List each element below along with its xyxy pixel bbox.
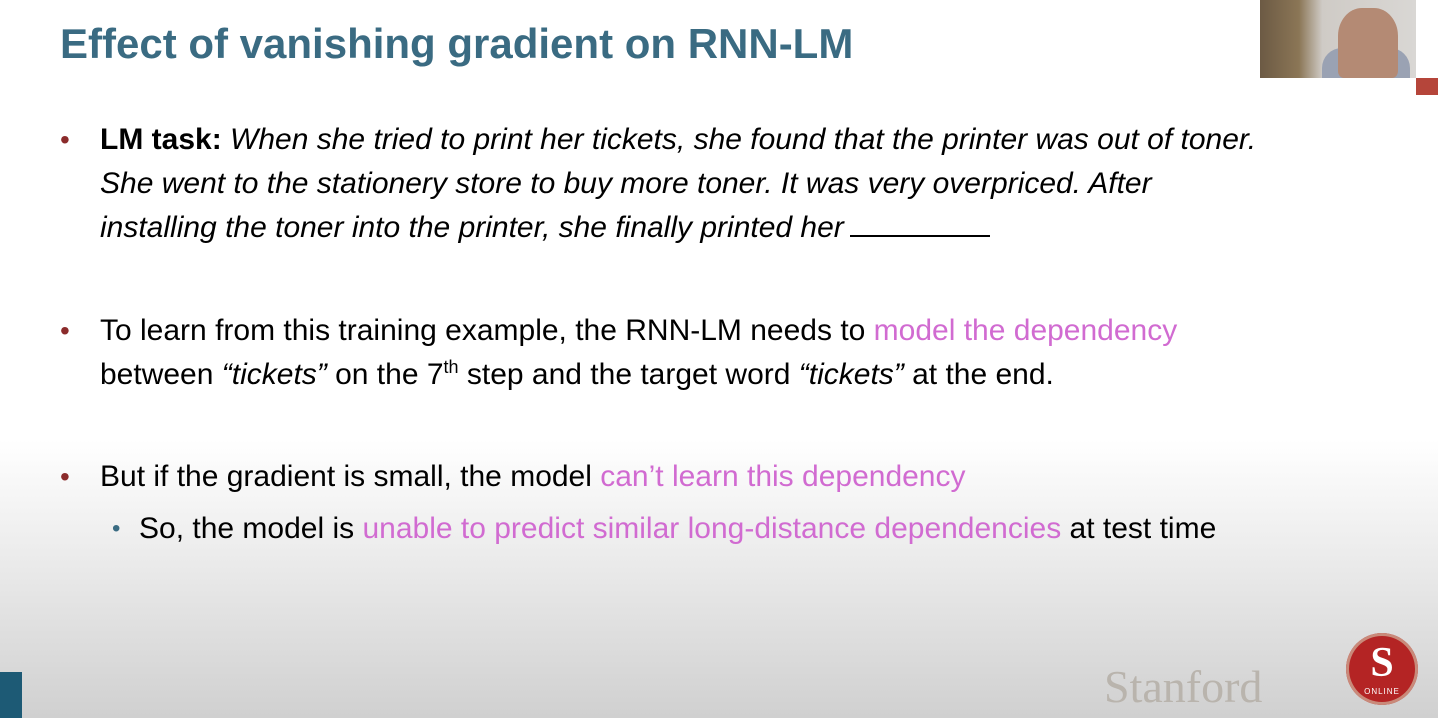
dependency-text-1: To learn from this training example, the… — [100, 314, 874, 347]
gradient-text-1: But if the gradient is small, the model — [100, 460, 601, 493]
lm-task-line3: installing the toner into the printer, s… — [100, 211, 844, 244]
gradient-highlight: can’t learn this dependency — [600, 460, 966, 493]
fill-in-blank — [849, 207, 990, 237]
sub-highlight: unable to predict similar long-distance … — [362, 512, 1062, 545]
sub-bullet-test-time: • So, the model is unable to predict sim… — [112, 507, 1412, 551]
bullet-icon: • — [60, 124, 70, 155]
sub-bullet-icon: • — [112, 515, 121, 542]
bullet-lm-task: • LM task: When she tried to print her t… — [60, 118, 1400, 250]
dependency-text-3: on the 7 — [326, 358, 444, 391]
slide: Effect of vanishing gradient on RNN-LM •… — [0, 0, 1438, 718]
presenter-head — [1338, 8, 1398, 78]
bullet-icon: • — [60, 315, 70, 346]
stanford-wordmark: Stanford — [1104, 661, 1263, 712]
lm-task-line1: When she tried to print her tickets, she… — [230, 123, 1257, 156]
accent-bar — [1416, 78, 1438, 95]
dependency-text-5: at the end. — [903, 358, 1054, 391]
lm-task-line2: She went to the stationery store to buy … — [100, 167, 1152, 200]
stanford-online-seal-icon: S ONLINE — [1346, 633, 1418, 705]
ordinal-suffix: th — [443, 357, 459, 377]
tickets-word-2: “tickets” — [798, 358, 904, 391]
sub-text-1: So, the model is — [139, 512, 363, 545]
tickets-word-1: “tickets” — [221, 358, 327, 391]
seal-text: ONLINE — [1364, 687, 1400, 696]
bullet-small-gradient: • But if the gradient is small, the mode… — [60, 455, 1400, 499]
lm-task-label: LM task: — [100, 123, 222, 156]
webcam-video — [1260, 0, 1416, 78]
bullet-dependency: • To learn from this training example, t… — [60, 309, 1400, 397]
corner-bar — [0, 672, 22, 718]
dependency-text-4: step and the target word — [458, 358, 799, 391]
slide-title: Effect of vanishing gradient on RNN-LM — [60, 20, 854, 67]
dependency-text-2: between — [100, 358, 222, 391]
dependency-highlight: model the dependency — [873, 314, 1178, 347]
bullet-icon: • — [60, 461, 70, 492]
seal-letter: S — [1370, 640, 1394, 686]
sub-text-2: at test time — [1061, 512, 1217, 545]
